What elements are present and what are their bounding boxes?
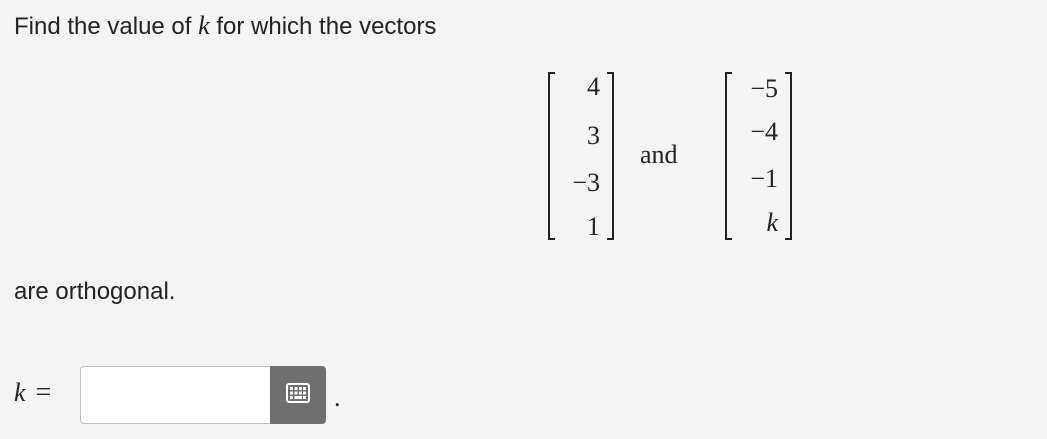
equals-sign: = (35, 377, 52, 408)
math-keypad-button[interactable] (270, 366, 326, 424)
variable-k: k (198, 11, 210, 40)
right-bracket (785, 72, 792, 240)
answer-period: . (334, 383, 341, 412)
vector-2-entry-2: −4 (750, 117, 778, 146)
answer-variable: k (14, 378, 26, 407)
vector-1-entry-4: 1 (587, 212, 600, 241)
vector-2-entry-4: k (766, 208, 778, 237)
vector-2-entry-1: −5 (750, 74, 778, 103)
question-prefix: Find the value of (14, 13, 192, 40)
question-prompt: Find the value of k for which the vector… (14, 10, 436, 43)
conjunction-and: and (640, 140, 678, 169)
vector-1-entry-1: 4 (587, 72, 600, 101)
answer-input[interactable] (80, 366, 270, 424)
right-bracket (607, 72, 614, 240)
answer-label: k = (14, 375, 51, 411)
vector-1: 4 3 −3 1 (548, 72, 614, 242)
question-suffix: for which the vectors (216, 13, 437, 40)
vector-1-entry-3: −3 (572, 168, 600, 197)
question-closing: are orthogonal. (14, 278, 176, 305)
vector-1-entry-2: 3 (587, 121, 600, 150)
keypad-icon (286, 382, 310, 408)
vector-2: −5 −4 −1 k (725, 72, 792, 242)
vector-2-entry-3: −1 (750, 164, 778, 193)
